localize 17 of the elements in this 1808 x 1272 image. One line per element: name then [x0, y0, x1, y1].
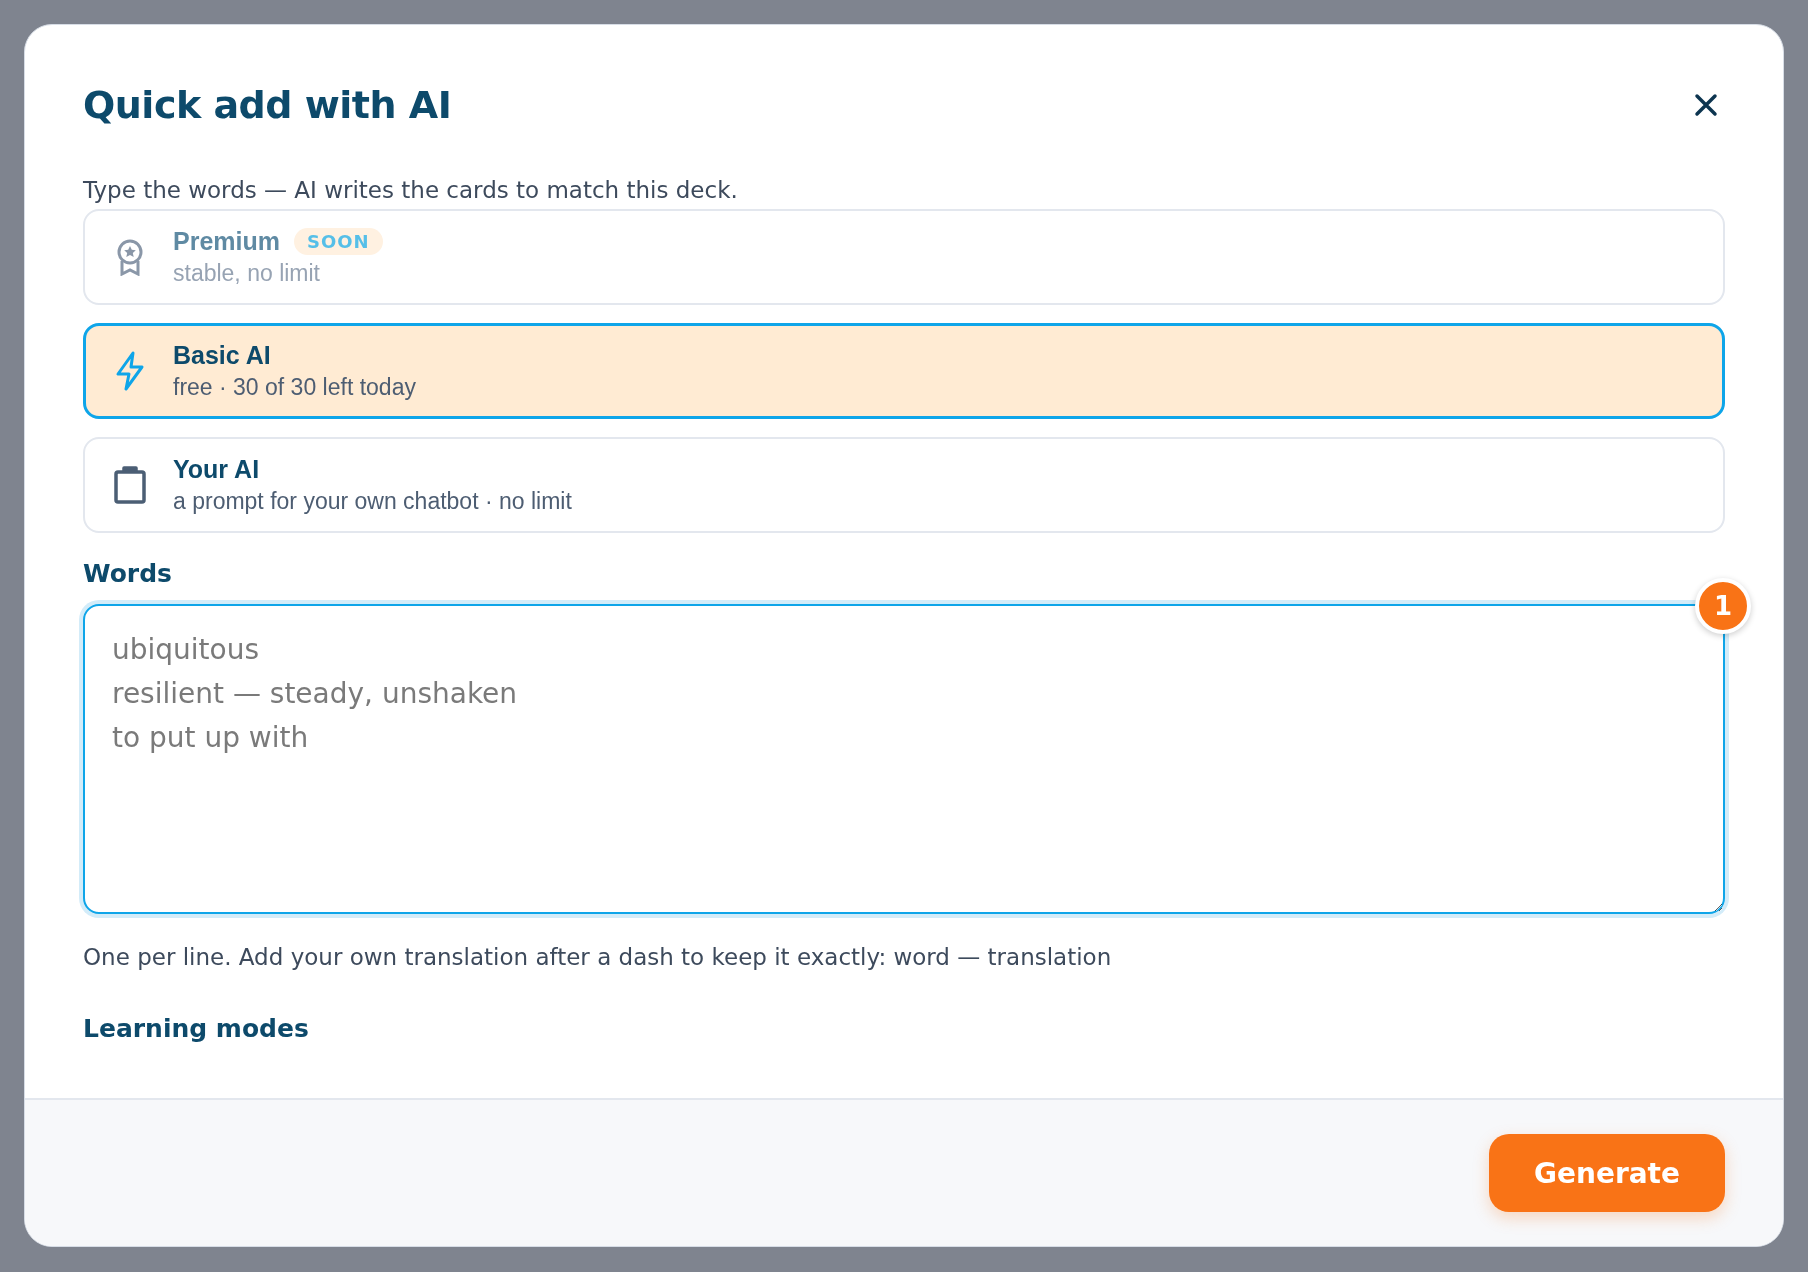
option-title: Premium [173, 227, 280, 256]
dialog-title: Quick add with AI [83, 83, 452, 127]
soon-badge: SOON [294, 228, 383, 255]
lightning-icon [115, 351, 145, 391]
option-title: Your AI [173, 455, 260, 484]
award-icon [115, 238, 145, 276]
clipboard-icon [113, 466, 147, 504]
intro-text: Type the words — AI writes the cards to match this deck. [83, 177, 739, 203]
learning-modes-label: Learning modes [83, 1014, 310, 1043]
option-subtitle: a prompt for your own chatbot · no limit [173, 488, 572, 515]
words-label: Words [83, 559, 173, 588]
ai-option-card[interactable]: Basic AI free · 30 of 30 left today [83, 323, 1725, 419]
ai-option-card[interactable]: Your AI a prompt for your own chatbot · no limit [83, 437, 1725, 533]
option-subtitle: free · 30 of 30 left today [173, 374, 416, 401]
hint-text: One per line. Add your own translation after a dash to keep it exactly: word — translation [83, 944, 1113, 970]
option-subtitle: stable, no limit [173, 260, 321, 287]
option-title: Basic AI [173, 341, 271, 370]
